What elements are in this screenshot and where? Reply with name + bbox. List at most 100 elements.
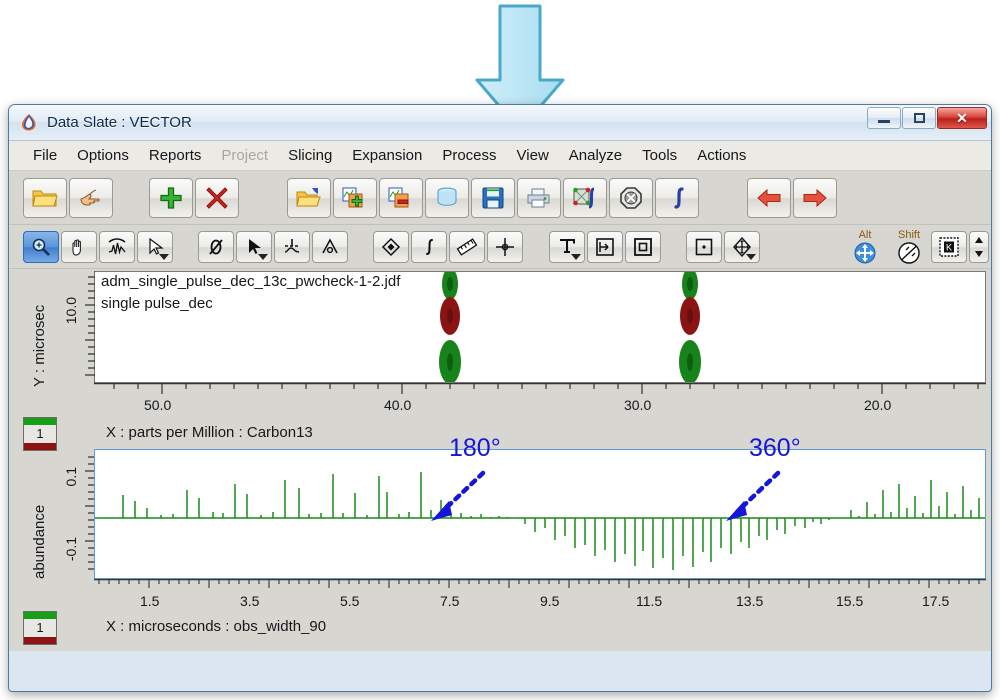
text-tool-button[interactable]: [548, 230, 585, 263]
delete-button[interactable]: [195, 177, 239, 218]
integral-region-button[interactable]: [563, 177, 607, 218]
menu-slicing[interactable]: Slicing: [286, 145, 334, 166]
add-button[interactable]: [149, 177, 193, 218]
shift-modifier[interactable]: Shift: [887, 229, 931, 265]
badge-positive-color: [24, 612, 56, 619]
alt-move-icon: [854, 242, 876, 263]
tools-toolbar: Alt Shift K: [9, 225, 991, 269]
bottom-plot-x-tick-4: 7.5: [440, 593, 460, 609]
bottom-plot-frame[interactable]: [94, 449, 986, 579]
close-button[interactable]: ✕: [937, 107, 987, 129]
remove-layer-button[interactable]: [379, 177, 423, 218]
tools-group-phase: [198, 230, 350, 263]
bottom-plot-x-tick-6: 11.5: [636, 593, 663, 609]
bottom-plot-x-tick-2: 3.5: [240, 593, 260, 609]
top-plot-y-axis-label: Y : microsec: [31, 304, 48, 387]
menu-expansion[interactable]: Expansion: [350, 145, 424, 166]
integral-curve-button[interactable]: [411, 230, 448, 263]
discard-button[interactable]: [425, 177, 469, 218]
annotation-180-arrow-icon: [431, 470, 486, 521]
tools-group-navigate: [23, 230, 175, 263]
measure-tool-button[interactable]: [449, 230, 486, 263]
bottom-plot-panel-badge[interactable]: 1: [23, 611, 57, 645]
select-hand-button[interactable]: [69, 177, 113, 218]
main-toolbar: [9, 171, 991, 225]
top-plot-subtitle: single pulse_dec: [101, 295, 213, 312]
window-titlebar[interactable]: Data Slate : VECTOR ✕: [9, 105, 991, 141]
plot-area: Y : microsec 10.0 adm_single_pulse_dec_1…: [9, 269, 991, 651]
alt-modifier-label: Alt: [858, 228, 872, 241]
previous-button[interactable]: [747, 177, 791, 218]
save-button[interactable]: [471, 177, 515, 218]
bottom-plot-x-tick-3: 5.5: [340, 593, 360, 609]
chevron-down-icon: [745, 253, 756, 260]
toolbar-group-file: [23, 177, 115, 218]
top-plot-y-ticks: [85, 271, 95, 383]
menu-view[interactable]: View: [515, 145, 551, 166]
menu-process[interactable]: Process: [440, 145, 498, 166]
alt-modifier[interactable]: Alt: [843, 229, 887, 265]
bottom-plot-y-tick-pos: 0.1: [63, 467, 79, 487]
toolbar-group-data: [287, 177, 701, 218]
next-button[interactable]: [793, 177, 837, 218]
keyboard-button[interactable]: K: [931, 230, 967, 263]
box-tool-button[interactable]: [624, 230, 661, 263]
tools-group-move: [685, 230, 762, 263]
top-plot-panel-badge[interactable]: 1: [23, 417, 57, 451]
pan-tool-button[interactable]: [61, 230, 97, 263]
bottom-plot-y-tick-neg: -0.1: [63, 537, 79, 562]
move-annotation-button[interactable]: [586, 230, 623, 263]
bottom-plot-panel-number: 1: [36, 620, 44, 635]
top-plot-x-axis: [94, 383, 986, 394]
peak-tool-button[interactable]: [99, 230, 135, 263]
add-layer-button[interactable]: [333, 177, 377, 218]
integral-button[interactable]: [655, 177, 699, 218]
bottom-plot-x-tick-8: 15.5: [836, 593, 864, 609]
phase-tool-button[interactable]: [198, 230, 235, 263]
tools-group-text: [548, 230, 663, 263]
open-data-button[interactable]: [287, 177, 331, 218]
menu-reports[interactable]: Reports: [147, 145, 204, 166]
annotation-360-arrow-icon: [726, 470, 781, 521]
pointer-tool-button[interactable]: [236, 230, 273, 263]
bottom-plot-canvas: [95, 472, 985, 570]
shift-scale-icon: [898, 241, 920, 264]
contour-blob-group-2: [679, 272, 701, 382]
crosshair-tool-button[interactable]: [487, 230, 524, 263]
chevron-down-icon: [258, 253, 269, 260]
menu-project: Project: [221, 147, 269, 164]
annotation-180-label: 180°: [449, 434, 501, 462]
menu-analyze[interactable]: Analyze: [567, 145, 624, 166]
cursor-tool-button[interactable]: [137, 230, 173, 263]
menu-actions[interactable]: Actions: [695, 145, 748, 166]
peak-pick-button[interactable]: [312, 230, 349, 263]
minimize-button[interactable]: [867, 107, 901, 129]
baseline-tool-button[interactable]: [274, 230, 311, 263]
move-tool-button[interactable]: [723, 230, 760, 263]
delta-app-icon: [19, 113, 39, 133]
modifier-keys: Alt Shift: [843, 229, 931, 265]
abort-button[interactable]: [609, 177, 653, 218]
bottom-plot-x-tick-1: 1.5: [140, 593, 160, 609]
open-file-button[interactable]: [23, 177, 67, 218]
top-plot-x-tick-40: 40.0: [384, 397, 412, 413]
step-updown-button[interactable]: [969, 230, 989, 263]
tools-group-extra: K: [931, 230, 991, 263]
print-button[interactable]: [517, 177, 561, 218]
chevron-down-icon: [570, 253, 581, 260]
menu-file[interactable]: File: [31, 145, 59, 166]
top-plot-x-axis-label: X : parts per Million : Carbon13: [106, 424, 313, 441]
menu-options[interactable]: Options: [75, 145, 131, 166]
menubar: File Options Reports Project Slicing Exp…: [9, 141, 991, 171]
menu-tools[interactable]: Tools: [640, 145, 679, 166]
top-plot-x-tick-50: 50.0: [144, 397, 172, 413]
top-plot-x-tick-30: 30.0: [624, 397, 652, 413]
top-plot-title: adm_single_pulse_dec_13c_pwcheck-1-2.jdf: [101, 273, 401, 290]
point-select-button[interactable]: [685, 230, 722, 263]
bottom-plot-x-tick-5: 9.5: [540, 593, 560, 609]
zoom-tool-button[interactable]: [23, 230, 59, 263]
bottom-plot-x-tick-9: 17.5: [922, 593, 950, 609]
marker-tool-button[interactable]: [373, 230, 410, 263]
screen-root: Data Slate : VECTOR ✕ File Options Repor…: [0, 0, 1000, 700]
maximize-button[interactable]: [902, 107, 936, 129]
